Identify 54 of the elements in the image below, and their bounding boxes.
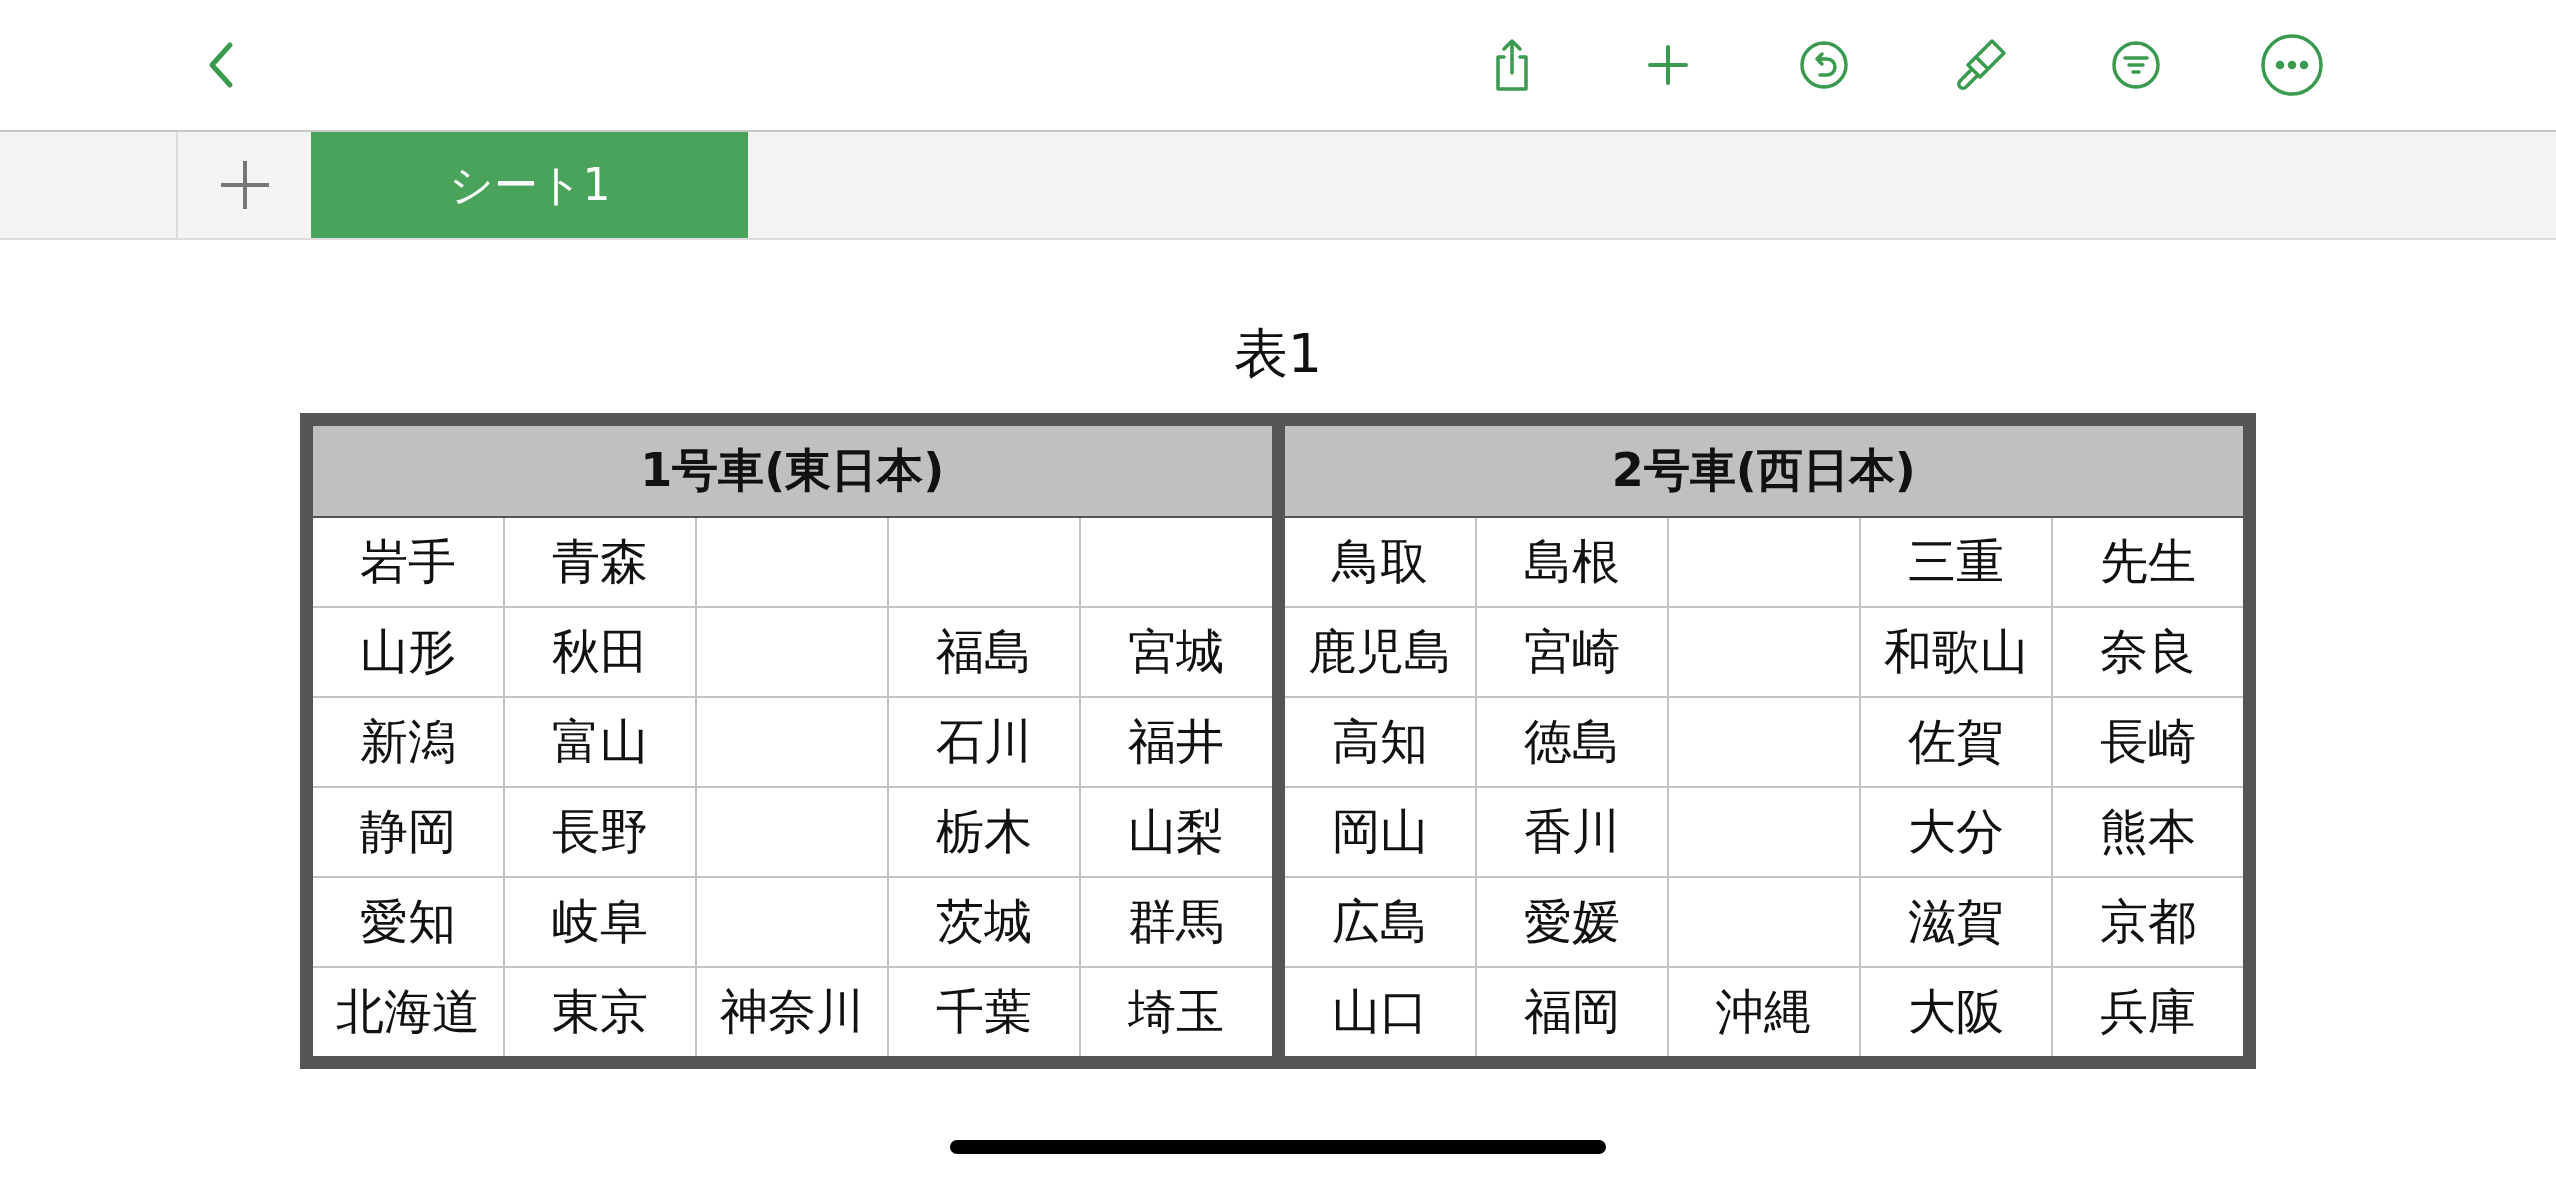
table-cell: 島根 bbox=[1476, 518, 1667, 606]
table-cell: 岩手 bbox=[313, 518, 504, 606]
table-cell: 沖縄 bbox=[1668, 968, 1859, 1056]
header-cell: 1号車(東日本) bbox=[313, 426, 1272, 518]
table-cell: 滋賀 bbox=[1860, 878, 2051, 966]
table-cell: 富山 bbox=[505, 698, 696, 786]
table-cell: 和歌山 bbox=[1860, 608, 2051, 696]
table-cell: 茨城 bbox=[889, 878, 1080, 966]
table-cell: 静岡 bbox=[313, 788, 504, 876]
table-cell: 兵庫 bbox=[2052, 968, 2243, 1056]
table-cell: 香川 bbox=[1476, 788, 1667, 876]
table-cell: 山口 bbox=[1284, 968, 1475, 1056]
table-cell: 埼玉 bbox=[1081, 968, 1272, 1056]
table-cell: 京都 bbox=[2052, 878, 2243, 966]
table-cell: 長崎 bbox=[2052, 698, 2243, 786]
table-cell: 千葉 bbox=[889, 968, 1080, 1056]
table-cell: 石川 bbox=[889, 698, 1080, 786]
table-cell: 鹿児島 bbox=[1284, 608, 1475, 696]
table-cell: 三重 bbox=[1860, 518, 2051, 606]
table-cell: 青森 bbox=[505, 518, 696, 606]
header-cell: 2号車(西日本) bbox=[1284, 426, 2243, 518]
table-cell: 宮城 bbox=[1081, 608, 1272, 696]
sheet-tab[interactable]: シート1 bbox=[311, 132, 748, 238]
table-cell: 東京 bbox=[505, 968, 696, 1056]
table-cell: 秋田 bbox=[505, 608, 696, 696]
table-cell: 長野 bbox=[505, 788, 696, 876]
table-cell: 北海道 bbox=[313, 968, 504, 1056]
table-cell: 新潟 bbox=[313, 698, 504, 786]
table-cell: 鳥取 bbox=[1284, 518, 1475, 606]
table-cell: 福島 bbox=[889, 608, 1080, 696]
table-cell: 大阪 bbox=[1860, 968, 2051, 1056]
table-cell: 福岡 bbox=[1476, 968, 1667, 1056]
table-cell: 広島 bbox=[1284, 878, 1475, 966]
table-cell: 山形 bbox=[313, 608, 504, 696]
table-cell: 愛知 bbox=[313, 878, 504, 966]
table-cell: 佐賀 bbox=[1860, 698, 2051, 786]
more-button[interactable] bbox=[2258, 31, 2326, 99]
table-cell: 栃木 bbox=[889, 788, 1080, 876]
table-cell: 宮崎 bbox=[1476, 608, 1667, 696]
table-cell: 群馬 bbox=[1081, 878, 1272, 966]
table-cell: 岡山 bbox=[1284, 788, 1475, 876]
table-cell: 愛媛 bbox=[1476, 878, 1667, 966]
table-cell: 神奈川 bbox=[697, 968, 888, 1056]
table-cell: 岐阜 bbox=[505, 878, 696, 966]
table-cell: 奈良 bbox=[2052, 608, 2243, 696]
table-cell: 山梨 bbox=[1081, 788, 1272, 876]
table-cell: 徳島 bbox=[1476, 698, 1667, 786]
more-icon bbox=[2260, 33, 2324, 97]
table-title: 表1 bbox=[1232, 321, 1324, 387]
table-cell: 大分 bbox=[1860, 788, 2051, 876]
table-cell: 熊本 bbox=[2052, 788, 2243, 876]
table-cell: 高知 bbox=[1284, 698, 1475, 786]
table-cell: 福井 bbox=[1081, 698, 1272, 786]
table-cell: 先生 bbox=[2052, 518, 2243, 606]
